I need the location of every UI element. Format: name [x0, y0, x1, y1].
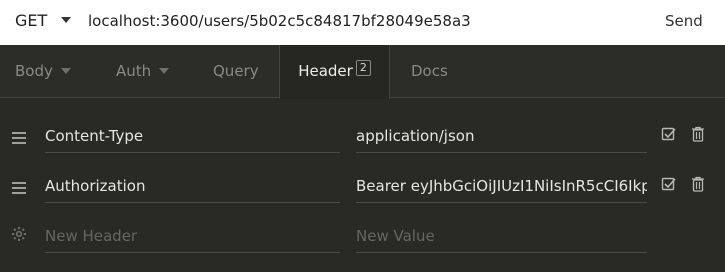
trash-icon[interactable] [691, 176, 705, 196]
tab-header[interactable]: Header 2 [279, 45, 390, 99]
url-input[interactable]: localhost:3600/users/5b02c5c84817bf28049… [88, 0, 471, 45]
checkbox-checked-icon[interactable] [661, 176, 677, 196]
trash-icon[interactable] [691, 126, 705, 146]
new-header-name-input[interactable]: New Header [45, 219, 340, 253]
chevron-down-icon [60, 68, 71, 74]
header-value-input[interactable]: application/json [356, 119, 647, 153]
chevron-down-icon [159, 68, 170, 74]
tab-body[interactable]: Body [15, 45, 71, 98]
tab-label: Query [213, 62, 259, 80]
url-bar: GET localhost:3600/users/5b02c5c84817bf2… [0, 0, 725, 45]
request-tabs: Body Auth Query Header 2 Docs [0, 45, 725, 99]
tab-auth[interactable]: Auth [116, 45, 170, 98]
chevron-down-icon[interactable] [61, 17, 71, 23]
header-row: Content-Type application/json [0, 119, 725, 159]
header-value-input[interactable]: Bearer eyJhbGciOiJIUzI1NiIsInR5cCI6IkpX [356, 169, 647, 203]
tab-label: Docs [411, 62, 448, 80]
header-name-input[interactable]: Content-Type [45, 119, 340, 153]
checkbox-checked-icon[interactable] [661, 126, 677, 146]
tab-label: Body [15, 62, 53, 80]
tab-docs[interactable]: Docs [411, 45, 448, 98]
header-name-input[interactable]: Authorization [45, 169, 340, 203]
header-row: Authorization Bearer eyJhbGciOiJIUzI1NiI… [0, 169, 725, 209]
drag-handle-icon[interactable] [12, 132, 26, 147]
new-header-value-input[interactable]: New Value [356, 219, 647, 253]
tab-label: Auth [116, 62, 152, 80]
tab-query[interactable]: Query [213, 45, 259, 98]
method-selector[interactable]: GET [15, 0, 47, 45]
drag-handle-icon[interactable] [12, 182, 26, 197]
tab-label: Header [298, 62, 353, 80]
send-button[interactable]: Send [665, 0, 703, 45]
header-count-badge: 2 [355, 60, 371, 76]
new-header-row: New Header New Value [0, 218, 725, 258]
gear-icon[interactable] [11, 226, 27, 246]
